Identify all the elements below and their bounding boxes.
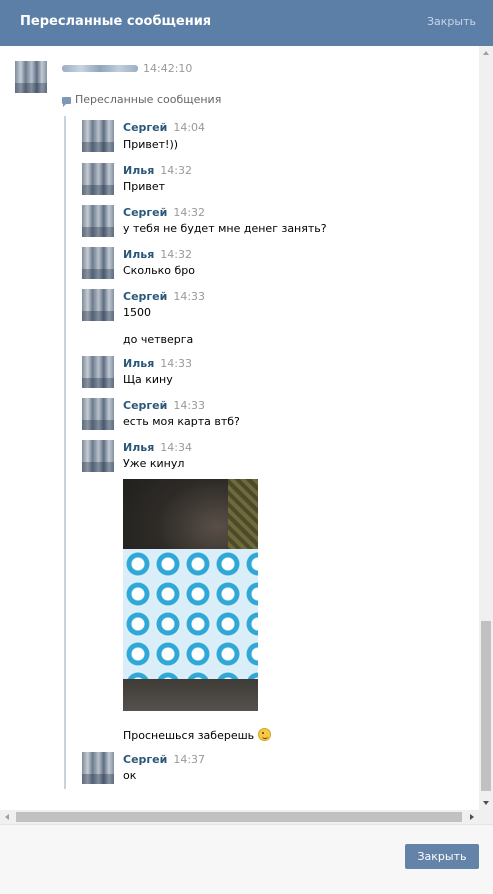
message-text: Привет!)) xyxy=(123,138,179,151)
message-time: 14:32 xyxy=(173,206,206,219)
sender-name-blurred[interactable] xyxy=(62,65,138,72)
dialog-title: Пересланные сообщения xyxy=(20,14,212,29)
author-name[interactable]: Илья xyxy=(123,357,154,370)
author-name[interactable]: Сергей xyxy=(123,206,167,219)
message-text: Проснешься заберешь xyxy=(123,728,272,742)
message-author: Сергей 14:33 xyxy=(123,290,205,303)
message-text: есть моя карта втб? xyxy=(123,415,240,428)
author-name[interactable]: Илья xyxy=(123,164,154,177)
author-name[interactable]: Илья xyxy=(123,248,154,261)
message-time: 14:33 xyxy=(173,399,206,412)
message-author: Илья 14:33 xyxy=(123,357,192,370)
message-author: Илья 14:34 xyxy=(123,441,192,454)
message-text: ок xyxy=(123,769,137,782)
message-text: Ща кину xyxy=(123,373,173,386)
author-name[interactable]: Илья xyxy=(123,441,154,454)
message-time: 14:32 xyxy=(160,248,192,261)
vertical-scrollbar[interactable] xyxy=(479,46,493,810)
author-name[interactable]: Сергей xyxy=(123,121,167,134)
horizontal-scrollbar[interactable] xyxy=(0,810,479,824)
message-time: 14:04 xyxy=(173,121,206,134)
message-text: 1500 xyxy=(123,306,151,319)
close-button[interactable]: Закрыть xyxy=(405,844,479,869)
message-time: 14:37 xyxy=(173,753,206,766)
message-time: 14:34 xyxy=(160,441,192,454)
message-time: 14:42:10 xyxy=(143,62,193,75)
avatar[interactable] xyxy=(82,356,114,388)
avatar[interactable] xyxy=(82,247,114,279)
message-text: Сколько бро xyxy=(123,264,195,277)
message-time: 14:32 xyxy=(160,164,192,177)
forwarded-header: Пересланные сообщения xyxy=(62,93,222,107)
forwarded-border xyxy=(64,116,66,789)
message-text: у тебя не будет мне денег занять? xyxy=(123,222,327,235)
message-time: 14:33 xyxy=(160,357,192,370)
message-content: 14:42:10 Пересланные сообщения Сергей 14:… xyxy=(0,46,493,810)
scroll-right-icon[interactable] xyxy=(470,814,474,820)
message-text: Уже кинул xyxy=(123,457,185,470)
dialog-footer: Закрыть xyxy=(0,824,493,894)
vertical-scroll-thumb[interactable] xyxy=(481,621,491,791)
avatar[interactable] xyxy=(82,440,114,472)
photo-floor xyxy=(123,679,258,711)
message-text: Привет xyxy=(123,180,166,193)
author-name[interactable]: Сергей xyxy=(123,753,167,766)
avatar[interactable] xyxy=(82,205,114,237)
avatar[interactable] xyxy=(82,163,114,195)
dialog-header: Пересланные сообщения Закрыть xyxy=(0,0,493,46)
header-close-link[interactable]: Закрыть xyxy=(427,15,476,28)
author-name[interactable]: Сергей xyxy=(123,290,167,303)
scroll-up-icon[interactable] xyxy=(483,51,489,55)
photo-attachment[interactable] xyxy=(123,479,258,711)
avatar[interactable] xyxy=(82,398,114,430)
avatar[interactable] xyxy=(82,289,114,321)
avatar[interactable] xyxy=(82,120,114,152)
message-author: Сергей 14:04 xyxy=(123,121,205,134)
message-author: Сергей 14:32 xyxy=(123,206,205,219)
author-name[interactable]: Сергей xyxy=(123,399,167,412)
scrollbar-corner xyxy=(479,810,493,824)
scroll-down-icon[interactable] xyxy=(483,801,489,805)
message-author: Илья 14:32 xyxy=(123,248,192,261)
horizontal-scroll-thumb[interactable] xyxy=(16,812,462,822)
avatar[interactable] xyxy=(82,752,114,784)
wink-emoji-icon xyxy=(258,728,272,741)
scroll-left-icon[interactable] xyxy=(5,814,9,820)
forward-icon xyxy=(62,97,71,107)
message-time: 14:33 xyxy=(173,290,206,303)
message-text: до четверга xyxy=(123,333,194,346)
message-author: Сергей 14:37 xyxy=(123,753,205,766)
forwarded-label: Пересланные сообщения xyxy=(75,93,222,106)
sender-avatar[interactable] xyxy=(15,61,47,93)
message-author: Илья 14:32 xyxy=(123,164,192,177)
message-author: Сергей 14:33 xyxy=(123,399,205,412)
